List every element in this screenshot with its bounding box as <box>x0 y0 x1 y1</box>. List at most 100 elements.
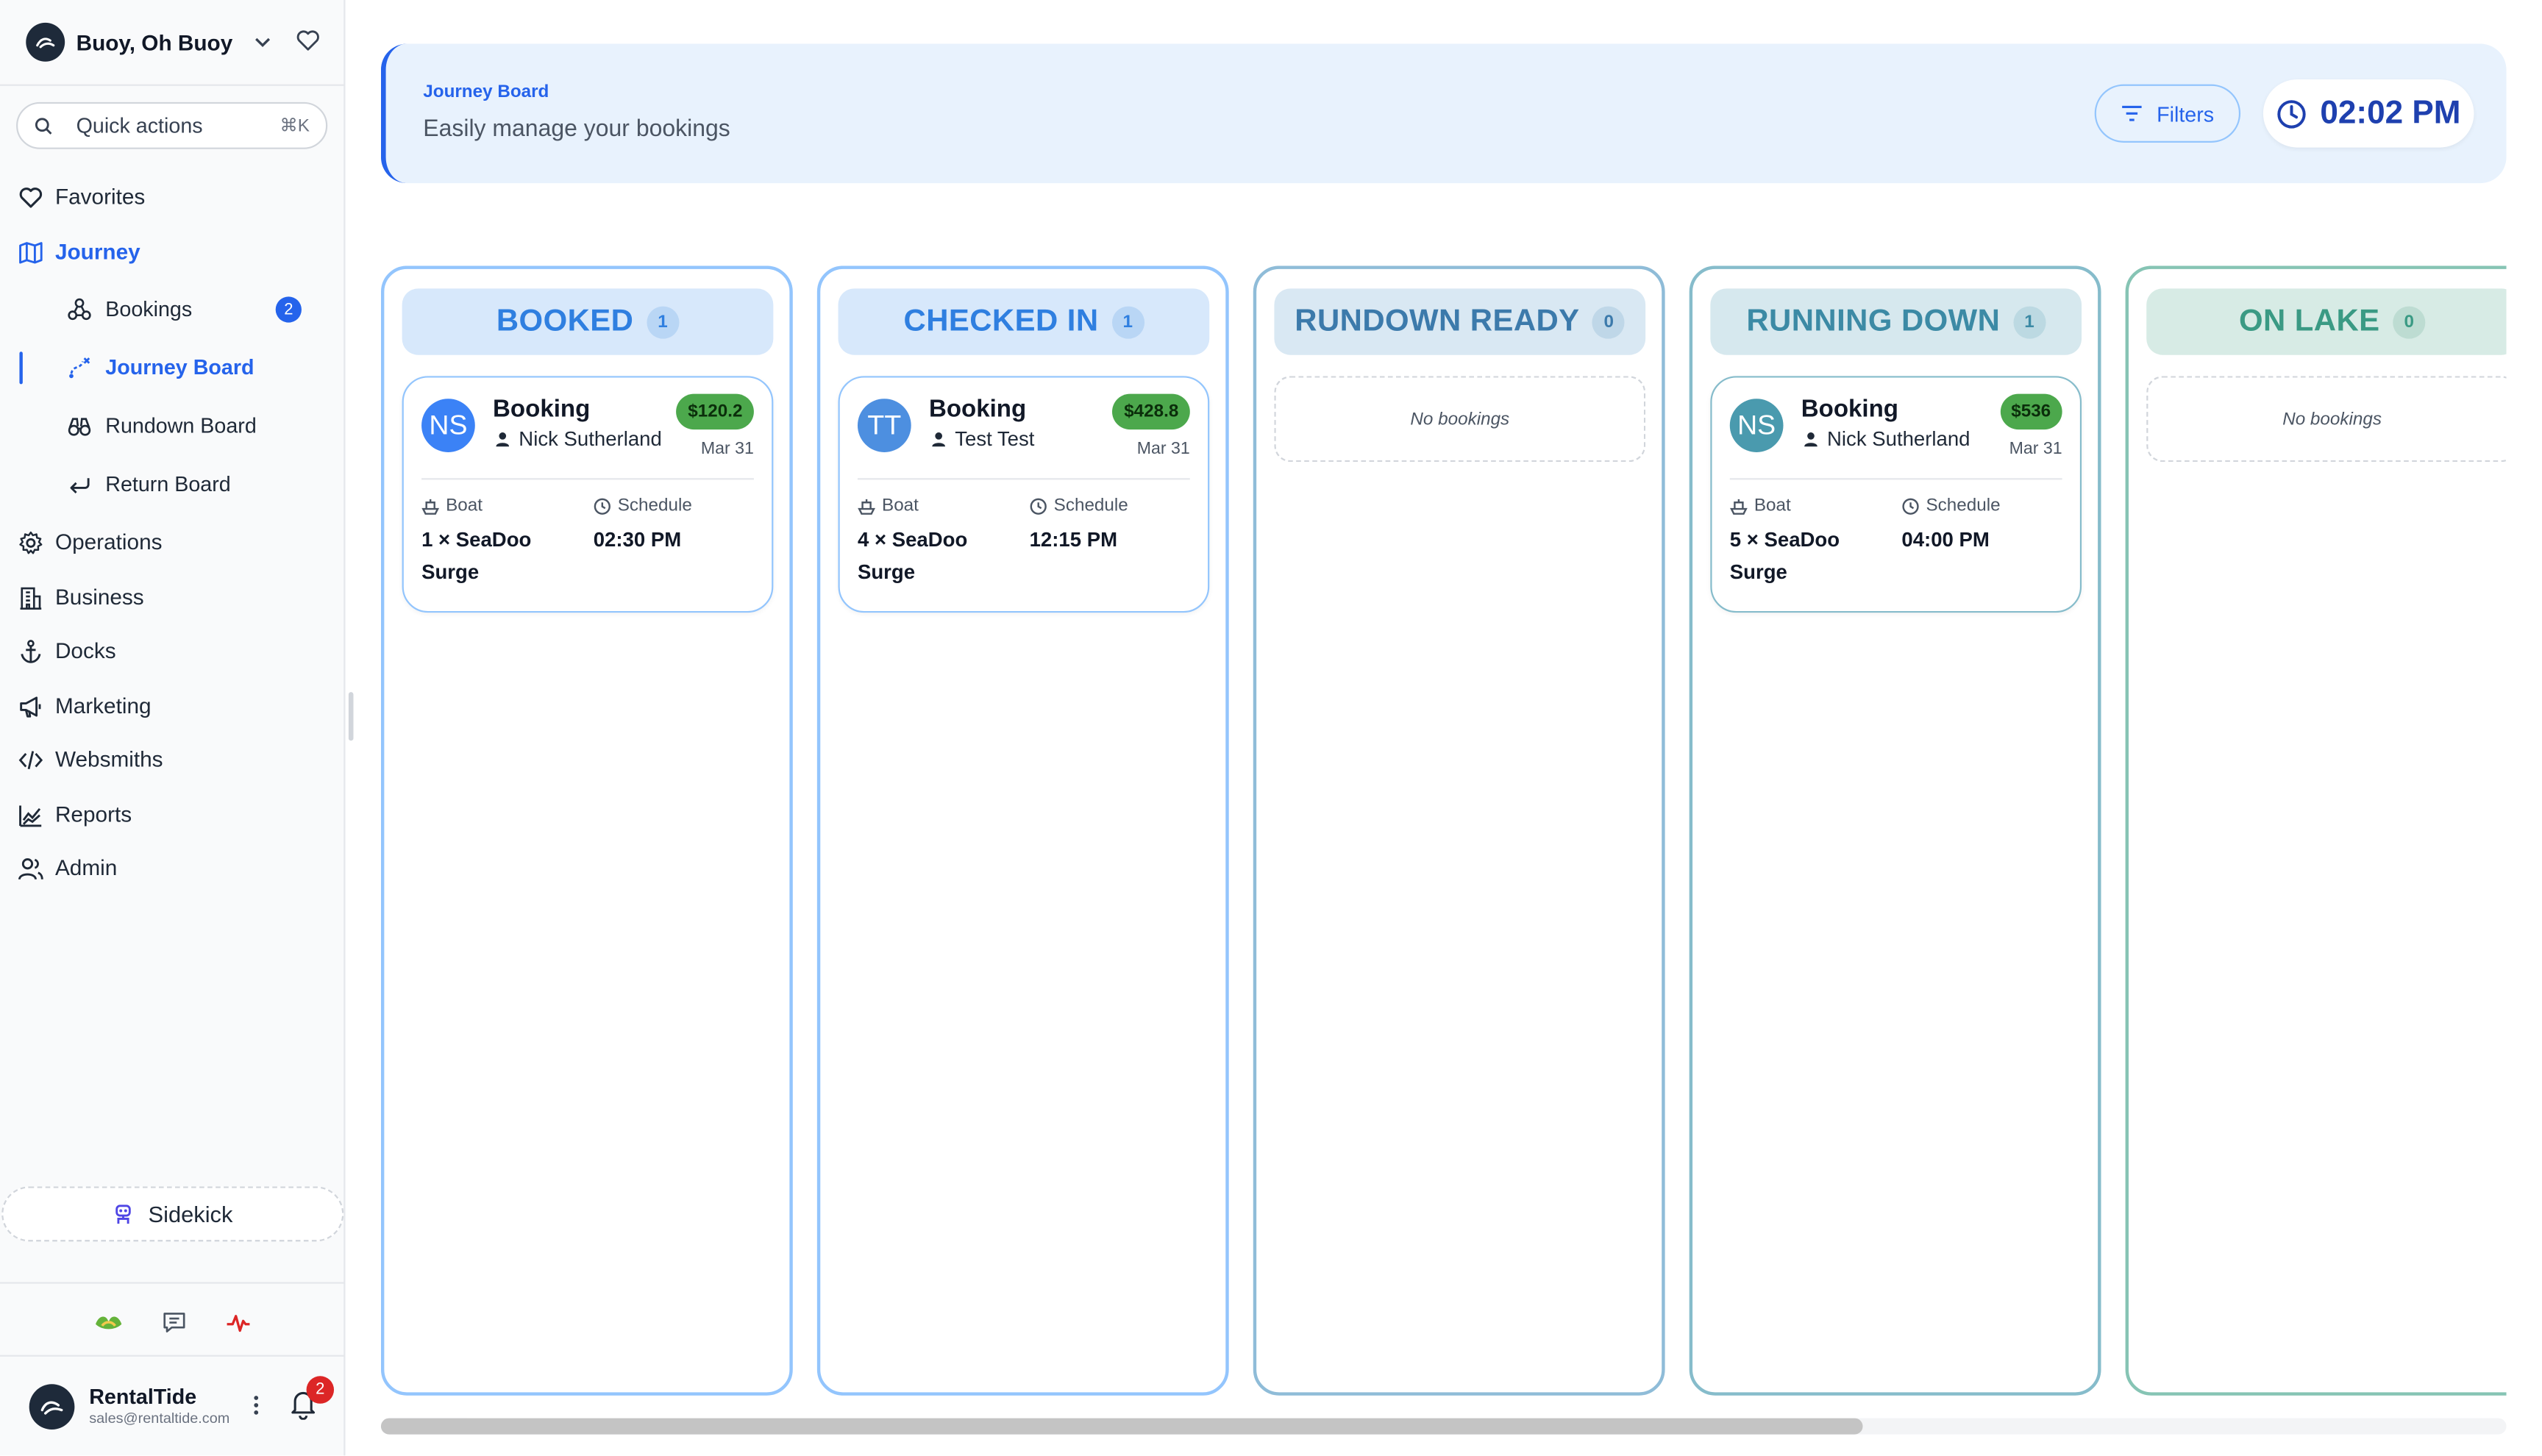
empty-column-message: No bookings <box>2146 376 2507 463</box>
binoculars-icon <box>66 413 92 439</box>
time-value: 02:02 PM <box>2320 94 2461 131</box>
schedule-label-text: Schedule <box>1926 496 2001 515</box>
card-title: Booking <box>928 395 1027 424</box>
sidebar-resize-handle[interactable] <box>348 692 354 741</box>
sidekick-button[interactable]: Sidekick <box>1 1186 344 1242</box>
page-header: Journey Board Easily manage your booking… <box>380 43 2507 184</box>
activity-pulse-icon[interactable] <box>222 1307 254 1339</box>
empty-column-message: No bookings <box>1274 376 1646 463</box>
more-vertical-icon[interactable] <box>252 1394 261 1417</box>
boat-label-text: Boat <box>882 496 919 515</box>
filters-button[interactable]: Filters <box>2094 84 2241 143</box>
column-count: 1 <box>2012 305 2046 338</box>
nav-business-label: Business <box>54 585 144 610</box>
current-time: 02:02 PM <box>2262 79 2474 148</box>
person-icon <box>1803 431 1819 447</box>
leaf-app-icon[interactable] <box>93 1307 125 1339</box>
avatar: TT <box>857 399 911 452</box>
heart-icon[interactable] <box>295 27 321 53</box>
column-title: RUNDOWN READY <box>1295 304 1580 338</box>
column-on-lake: ON LAKE 0 No bookings <box>2125 265 2507 1396</box>
building-icon <box>18 585 43 611</box>
column-header: BOOKED 1 <box>402 288 774 355</box>
booking-date: Mar 31 <box>700 439 754 459</box>
boat-value: 1 × SeaDoo Surge <box>421 528 532 584</box>
nav-docks[interactable]: Docks <box>0 629 345 674</box>
search-icon <box>34 116 53 135</box>
boat-label-text: Boat <box>446 496 483 515</box>
nav-reports[interactable]: Reports <box>0 793 345 838</box>
nav-bookings[interactable]: Bookings 2 <box>0 285 345 334</box>
return-arrow-icon <box>66 471 92 497</box>
utility-toolbar <box>0 1296 345 1349</box>
org-logo-icon <box>26 22 65 62</box>
megaphone-icon <box>18 693 43 719</box>
nav-favorites[interactable]: Favorites <box>0 175 345 221</box>
boat-icon <box>1730 497 1748 515</box>
boat-value: 4 × SeaDoo Surge <box>857 528 968 584</box>
gear-icon <box>18 530 43 556</box>
schedule-label: Schedule <box>1030 496 1128 515</box>
nav-business[interactable]: Business <box>0 575 345 621</box>
nav-marketing[interactable]: Marketing <box>0 684 345 729</box>
avatar <box>29 1384 75 1430</box>
booking-card[interactable]: NS Booking Nick Sutherland $536 Mar 31 B… <box>1710 376 2082 613</box>
nav-journey[interactable]: Journey <box>0 230 345 276</box>
customer-name-text: Nick Sutherland <box>519 427 662 451</box>
nav-return-board[interactable]: Return Board <box>0 460 345 509</box>
filter-lines-icon <box>2121 104 2144 123</box>
column-count: 1 <box>1111 305 1144 338</box>
quick-actions-search[interactable]: Quick actions ⌘K <box>16 101 328 149</box>
customer-name: Nick Sutherland <box>494 428 662 451</box>
column-booked: BOOKED 1 NS Booking Nick Sutherland $120… <box>380 265 793 1396</box>
nav-websmiths[interactable]: Websmiths <box>0 738 345 783</box>
user-profile[interactable]: RentalTide sales@rentaltide.com 2 <box>29 1376 338 1433</box>
share-nodes-icon <box>66 296 92 322</box>
person-icon <box>930 431 947 447</box>
scrollbar-thumb[interactable] <box>380 1418 1863 1435</box>
kanban-board: BOOKED 1 NS Booking Nick Sutherland $120… <box>380 265 2507 1396</box>
active-indicator <box>19 351 23 385</box>
schedule-label-text: Schedule <box>1053 496 1128 515</box>
card-title: Booking <box>1801 395 1899 424</box>
booking-date: Mar 31 <box>1136 439 1190 459</box>
org-switcher[interactable]: Buoy, Oh Buoy <box>26 19 327 65</box>
schedule-label: Schedule <box>1901 496 2001 515</box>
price-badge: $120.2 <box>676 393 754 430</box>
price-badge: $428.8 <box>1112 393 1190 430</box>
clock-icon <box>1901 497 1919 515</box>
column-checked-in: CHECKED IN 1 TT Booking Test Test $428.8… <box>816 265 1229 1396</box>
heart-icon <box>18 185 43 210</box>
nav-docks-label: Docks <box>54 638 116 663</box>
breadcrumb[interactable]: Journey Board <box>423 82 549 101</box>
column-header: RUNNING DOWN 1 <box>1710 288 2082 355</box>
nav-admin[interactable]: Admin <box>0 846 345 892</box>
column-title: ON LAKE <box>2238 304 2380 338</box>
map-icon <box>18 240 43 265</box>
booking-card[interactable]: TT Booking Test Test $428.8 Mar 31 Boat … <box>838 376 1210 613</box>
customer-name-text: Nick Sutherland <box>1827 427 1970 451</box>
chevron-down-icon[interactable] <box>252 32 271 51</box>
nav-rundown-board-label: Rundown Board <box>105 413 257 438</box>
column-rundown-ready: RUNDOWN READY 0 No bookings <box>1253 265 1665 1396</box>
route-icon <box>66 355 92 381</box>
boat-label-text: Boat <box>1754 496 1791 515</box>
nav-websmiths-label: Websmiths <box>54 747 163 772</box>
column-count: 1 <box>646 305 680 338</box>
nav-rundown-board[interactable]: Rundown Board <box>0 402 345 451</box>
chart-icon <box>18 802 43 828</box>
divider <box>1729 478 2062 480</box>
customer-name: Test Test <box>930 428 1034 451</box>
nav-journey-board[interactable]: Journey Board <box>0 343 345 392</box>
booking-card[interactable]: NS Booking Nick Sutherland $120.2 Mar 31… <box>402 376 774 613</box>
nav-reports-label: Reports <box>54 802 132 827</box>
person-icon <box>494 431 510 447</box>
horizontal-scrollbar[interactable] <box>380 1418 2507 1435</box>
chat-icon[interactable] <box>157 1307 190 1339</box>
divider <box>857 478 1190 480</box>
code-icon <box>18 747 43 773</box>
anchor-icon <box>18 638 43 664</box>
avatar: NS <box>421 399 475 452</box>
user-name: RentalTide <box>89 1384 197 1409</box>
nav-operations[interactable]: Operations <box>0 521 345 566</box>
